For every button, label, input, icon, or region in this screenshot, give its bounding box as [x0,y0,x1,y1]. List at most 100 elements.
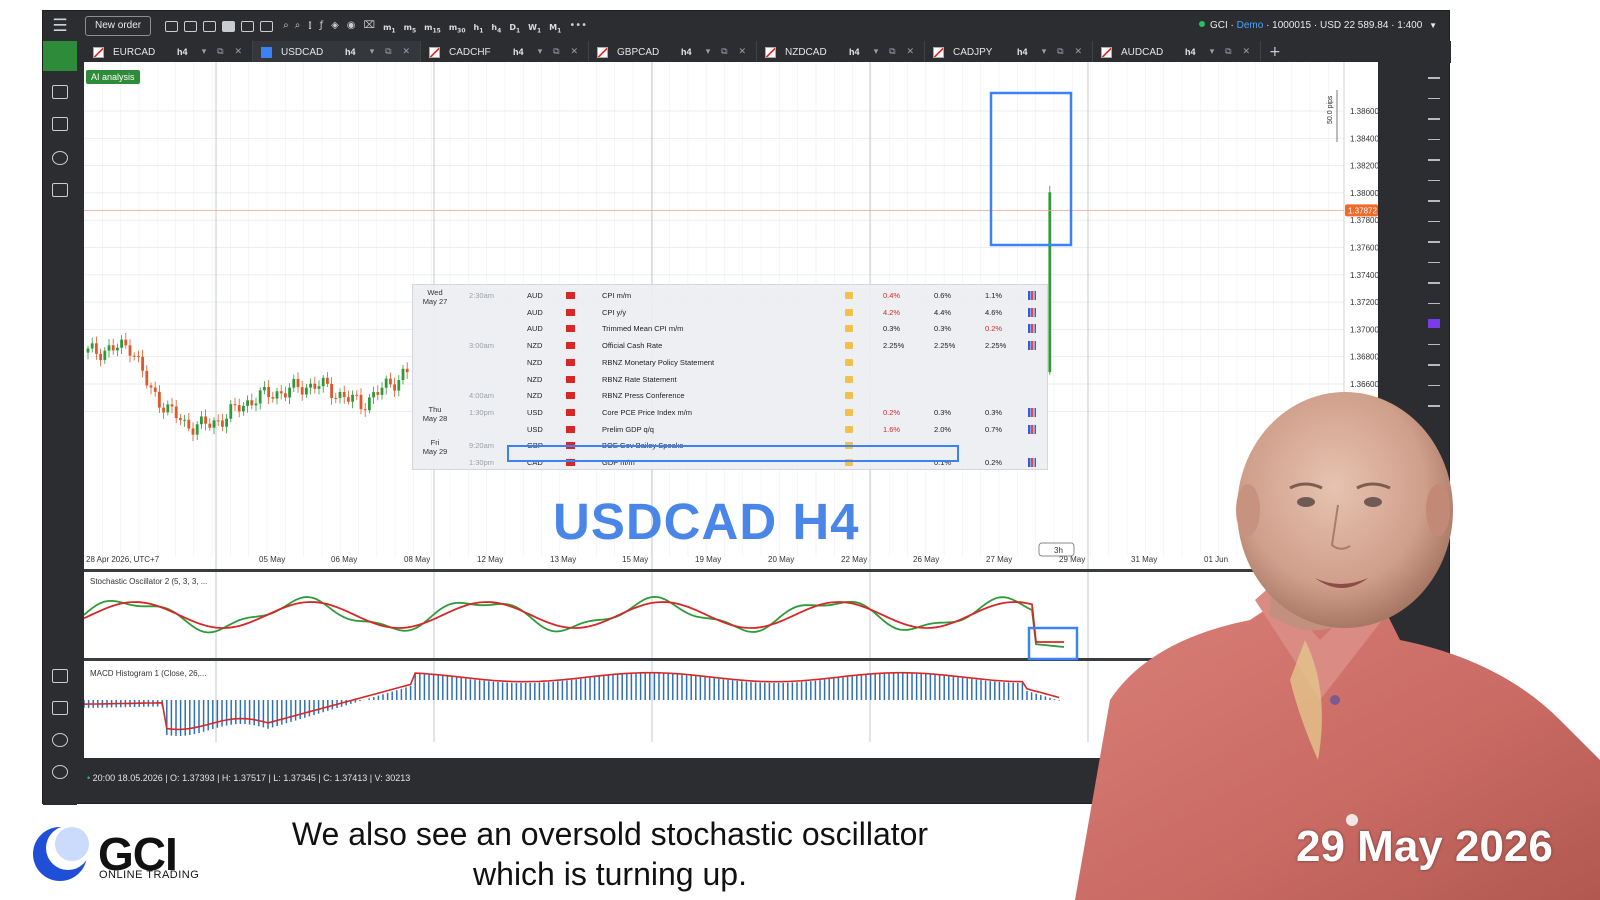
chart-mode-button[interactable] [43,41,77,71]
event-chart-icon[interactable] [1028,324,1036,334]
event-chart-icon[interactable] [1028,307,1036,317]
drawing-tool-icon[interactable] [1428,97,1440,99]
timeframe-m30[interactable]: m30 [449,23,466,35]
documents-icon[interactable] [52,85,68,99]
search-icon[interactable] [52,151,68,165]
tab-cadchf[interactable]: CADCHF h4 ▾ ⧉ ✕ [421,41,589,63]
drawing-tool-icon[interactable] [1428,241,1440,243]
tab-timeframe[interactable]: h4 [1185,47,1196,57]
tab-close-icon[interactable]: ▾ ⧉ ✕ [1210,47,1254,57]
tab-audcad[interactable]: AUDCAD h4 ▾ ⧉ ✕ [1093,41,1261,63]
layers-icon[interactable]: ◈ [331,11,339,41]
account-info[interactable]: GCI · Demo · 1000015 · USD 22 589.84 · 1… [1198,11,1437,41]
drawing-tool-icon[interactable] [1428,118,1440,120]
timeframe-h1[interactable]: h1 [474,23,484,35]
event-chart-icon[interactable] [1028,458,1036,467]
more-menu[interactable]: ••• [569,11,587,41]
drawing-tool-icon[interactable] [1428,364,1440,366]
tab-close-icon[interactable]: ▾ ⧉ ✕ [538,47,582,57]
calendar-event-row[interactable]: 2:30am AUD CPI m/m 0.4% 0.6% 1.1% [413,287,1049,304]
timeframe-m15[interactable]: m15 [424,23,441,35]
timeframe-m5[interactable]: m5 [404,23,417,35]
tab-close-icon[interactable]: ▾ ⧉ ✕ [874,47,918,57]
calendar-event-row[interactable]: AUD Trimmed Mean CPI m/m 0.3% 0.3% 0.2% [413,320,1049,337]
zoom-in-icon[interactable]: ⌕ [283,11,289,41]
timeframe-D1[interactable]: D1 [509,23,520,35]
event-chart-icon[interactable] [1028,424,1036,434]
timeframe-M1[interactable]: M1 [549,23,561,35]
event-detail-icon[interactable] [845,425,853,433]
drawing-tool-icon[interactable] [1428,220,1440,222]
tab-timeframe[interactable]: h4 [513,47,524,57]
trash-icon[interactable] [52,669,68,683]
alert-icon[interactable]: ⌧ [364,11,376,41]
event-detail-icon[interactable] [845,408,853,416]
drawing-tool-icon[interactable] [1428,343,1440,345]
tab-eurcad[interactable]: EURCAD h4 ▾ ⧉ ✕ [85,41,253,63]
drawing-tool-icon[interactable] [1428,302,1440,304]
panel-icon[interactable] [184,20,198,32]
drawing-tool-icon[interactable] [1428,384,1440,386]
timeframe-W1[interactable]: W1 [528,23,541,35]
tab-usdcad[interactable]: USDCAD h4 ▾ ⧉ ✕ [253,41,421,63]
tab-timeframe[interactable]: h4 [681,47,692,57]
tab-close-icon[interactable]: ▾ ⧉ ✕ [1042,47,1086,57]
calendar-event-row[interactable]: USD Prelim GDP q/q 1.6% 2.0% 0.7% [413,421,1049,438]
event-chart-icon[interactable] [1028,341,1036,351]
tab-timeframe[interactable]: h4 [345,47,356,57]
timeframe-m1[interactable]: m1 [383,23,396,35]
calendar-event-row[interactable]: NZD RBNZ Monetary Policy Statement [413,354,1049,371]
help-icon[interactable] [52,765,68,779]
tab-gbpcad[interactable]: GBPCAD h4 ▾ ⧉ ✕ [589,41,757,63]
calendar-event-row[interactable]: 4:00am NZD RBNZ Press Conference [413,387,1049,404]
ai-analysis-button[interactable]: AI analysis [86,70,140,84]
drawing-tool-icon[interactable] [1428,200,1440,202]
tab-timeframe[interactable]: h4 [177,47,188,57]
grid-icon[interactable] [203,20,217,32]
eye-icon[interactable]: ◉ [347,11,356,41]
calendar-event-row[interactable]: 1:30pm USD Core PCE Price Index m/m 0.2% 0.3… [413,404,1049,421]
drawing-tool-icon[interactable] [1428,405,1440,407]
tab-close-icon[interactable]: ▾ ⧉ ✕ [202,47,246,57]
zoom-out-icon[interactable]: ⌕ [295,11,301,41]
tab-cadjpy[interactable]: CADJPY h4 ▾ ⧉ ✕ [925,41,1093,63]
event-detail-icon[interactable] [845,342,853,350]
tab-nzdcad[interactable]: NZDCAD h4 ▾ ⧉ ✕ [757,41,925,63]
event-detail-icon[interactable] [845,308,853,316]
drawing-tool-icon[interactable] [1428,77,1440,79]
drawing-tool-icon[interactable] [1428,138,1440,140]
edit-chart-icon[interactable] [260,20,274,32]
timeframe-h4[interactable]: h4 [491,23,501,35]
hamburger-menu-icon[interactable]: ☰ [43,11,77,41]
calendar-event-row[interactable]: NZD RBNZ Rate Statement [413,371,1049,388]
event-chart-icon[interactable] [1028,407,1036,417]
event-detail-icon[interactable] [845,325,853,333]
calendar-event-row[interactable]: 3:00am NZD Official Cash Rate 2.25% 2.25% 2.2… [413,337,1049,354]
tab-close-icon[interactable]: ▾ ⧉ ✕ [370,47,414,57]
event-chart-icon[interactable] [1028,291,1036,300]
add-tab-icon[interactable]: + [1269,44,1281,60]
tab-timeframe[interactable]: h4 [1017,47,1028,57]
drawing-tool-icon[interactable] [1428,179,1440,181]
tab-timeframe[interactable]: h4 [849,47,860,57]
drawing-tool-icon[interactable] [1428,159,1440,161]
square-icon[interactable] [222,20,236,32]
indicator-icon[interactable]: ƒ [320,11,324,41]
event-detail-icon[interactable] [845,375,853,383]
tab-close-icon[interactable]: ▾ ⧉ ✕ [706,47,750,57]
settings-gear-icon[interactable] [52,733,68,747]
printer-icon[interactable] [52,701,68,715]
candle-type-icon[interactable]: ⫾ [308,11,311,41]
drawing-tool-icon[interactable] [1428,282,1440,284]
event-detail-icon[interactable] [845,358,853,366]
drawing-tool-icon[interactable] [1428,261,1440,263]
event-detail-icon[interactable] [845,292,853,299]
calendar-event-row[interactable]: AUD CPI y/y 4.2% 4.4% 4.6% [413,304,1049,321]
account-dropdown-icon[interactable]: ▼ [1429,21,1437,30]
split-icon[interactable] [241,20,255,32]
event-detail-icon[interactable] [845,392,853,400]
dashboard-icon[interactable] [52,183,68,197]
chart-layout-icon[interactable] [165,20,179,32]
orders-icon[interactable] [52,117,68,131]
new-order-button[interactable]: New order [85,16,152,36]
